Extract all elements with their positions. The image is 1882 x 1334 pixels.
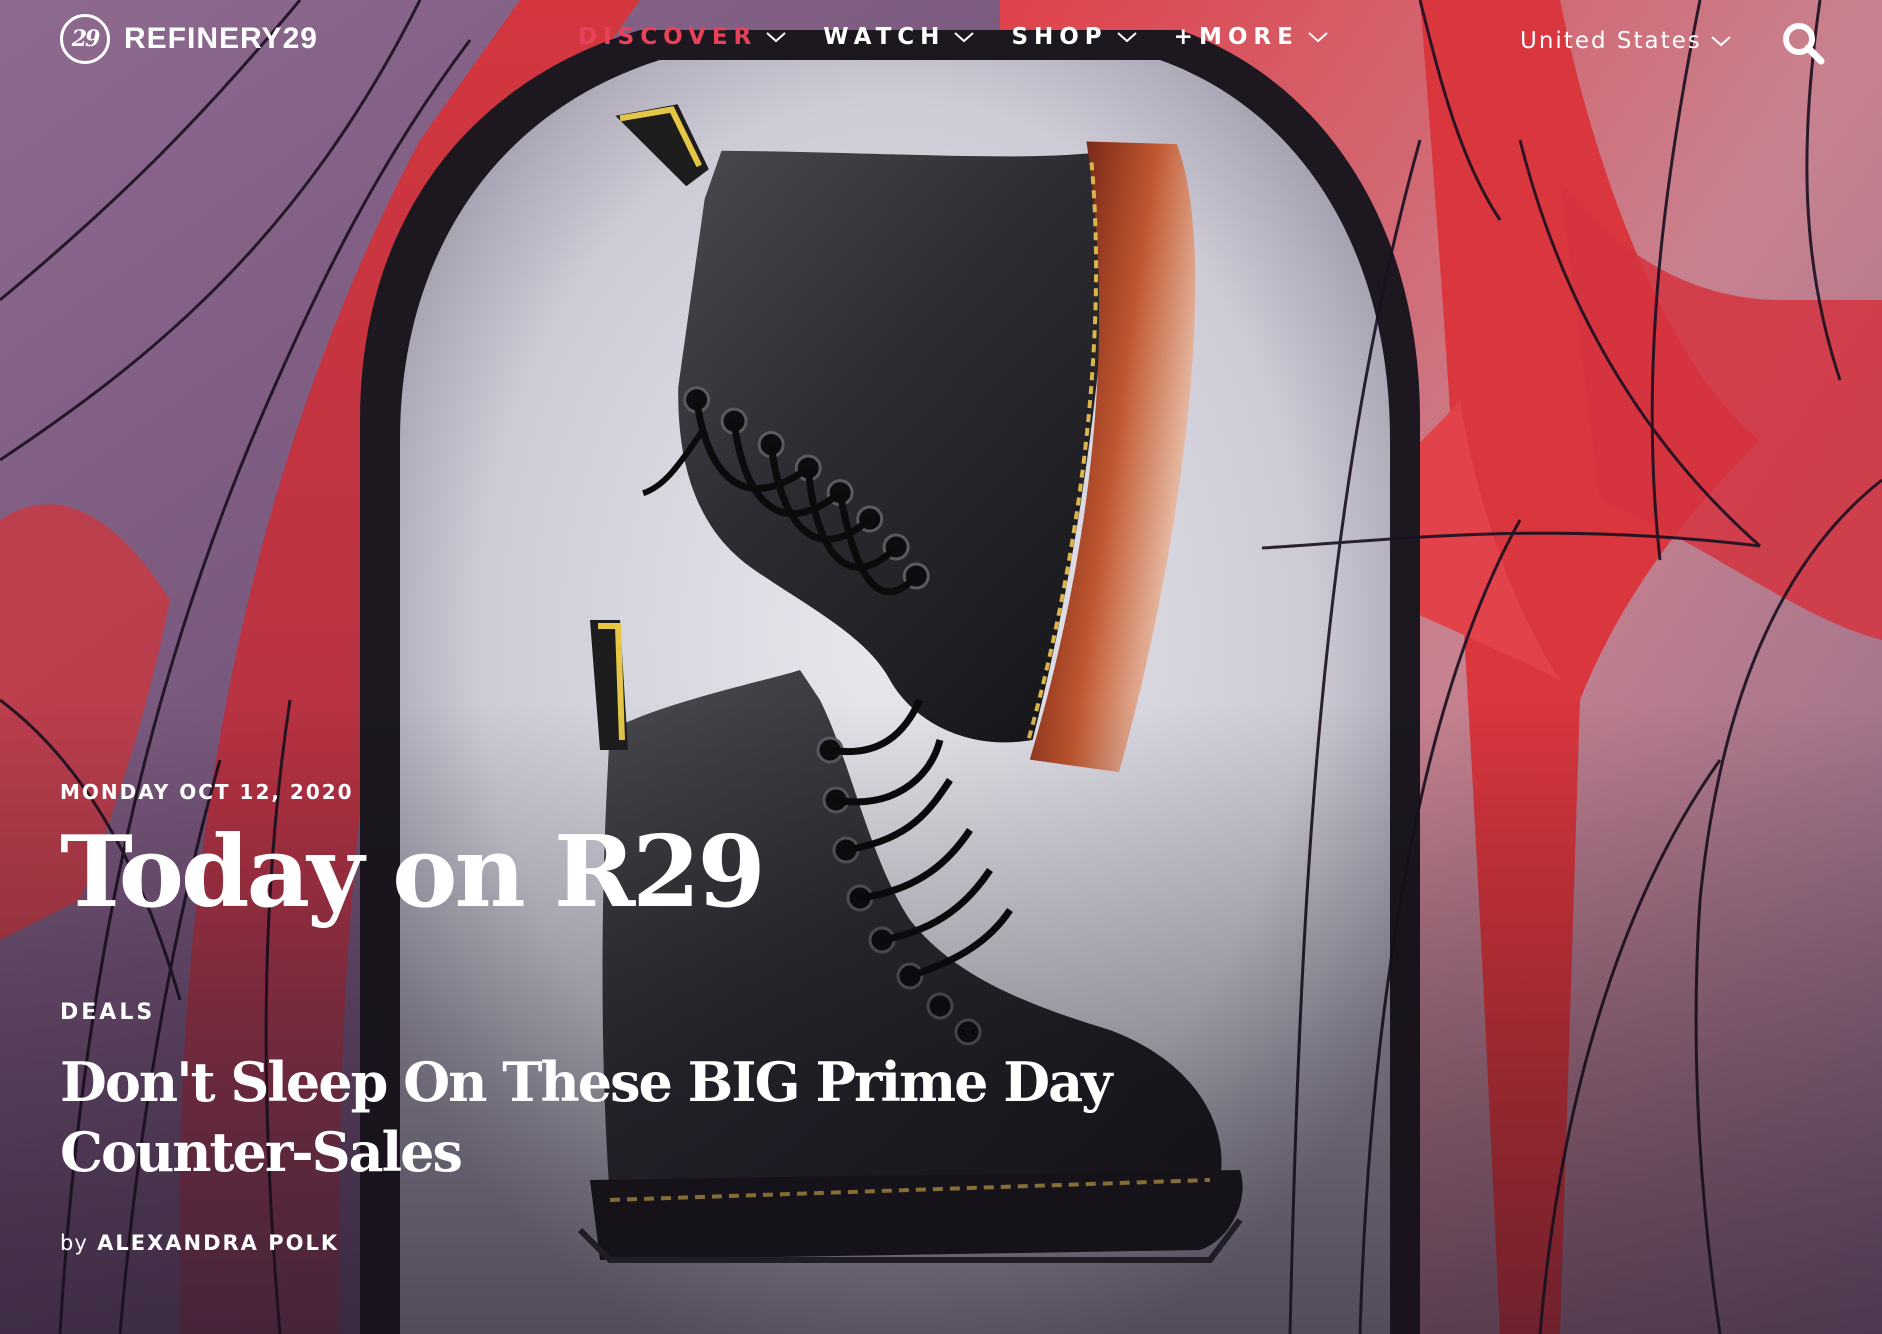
nav-item-discover[interactable]: DISCOVER	[578, 24, 787, 50]
chevron-down-icon	[766, 32, 786, 43]
chevron-down-icon	[954, 32, 975, 43]
site-logo[interactable]: 29 REFINERY29	[60, 14, 318, 64]
author-link[interactable]: ALEXANDRA POLK	[97, 1231, 339, 1255]
logo-mark: 29	[60, 14, 110, 64]
page-title: Today on R29	[60, 815, 766, 930]
region-selector[interactable]: United States	[1520, 28, 1732, 54]
article-headline[interactable]: Don't Sleep On These BIG Prime Day Count…	[60, 1047, 1210, 1187]
site-header: 29 REFINERY29 DISCOVER WATCH SHOP +MORE …	[0, 0, 1882, 90]
nav-item-shop[interactable]: SHOP	[1011, 24, 1137, 50]
primary-nav: DISCOVER WATCH SHOP +MORE	[578, 24, 1365, 50]
search-icon[interactable]	[1780, 20, 1826, 66]
nav-item-watch[interactable]: WATCH	[823, 24, 975, 50]
nav-item-label: DISCOVER	[578, 24, 758, 50]
chevron-down-icon	[1711, 36, 1731, 47]
publish-date: MONDAY OCT 12, 2020	[60, 780, 354, 804]
nav-item-label: +MORE	[1173, 24, 1299, 50]
nav-item-label: SHOP	[1011, 24, 1108, 50]
nav-item-label: WATCH	[823, 24, 946, 50]
byline-prefix: by	[60, 1231, 88, 1255]
logo-wordmark: REFINERY29	[124, 22, 318, 55]
page: 29 REFINERY29 DISCOVER WATCH SHOP +MORE …	[0, 0, 1882, 1334]
nav-item-more[interactable]: +MORE	[1174, 24, 1329, 50]
region-label: United States	[1520, 28, 1702, 54]
hero-content: MONDAY OCT 12, 2020 Today on R29 DEALS D…	[60, 780, 1260, 1255]
chevron-down-icon	[1308, 32, 1328, 43]
chevron-down-icon	[1117, 32, 1137, 43]
byline: by ALEXANDRA POLK	[60, 1231, 1260, 1255]
category-link[interactable]: DEALS	[60, 1000, 1260, 1025]
